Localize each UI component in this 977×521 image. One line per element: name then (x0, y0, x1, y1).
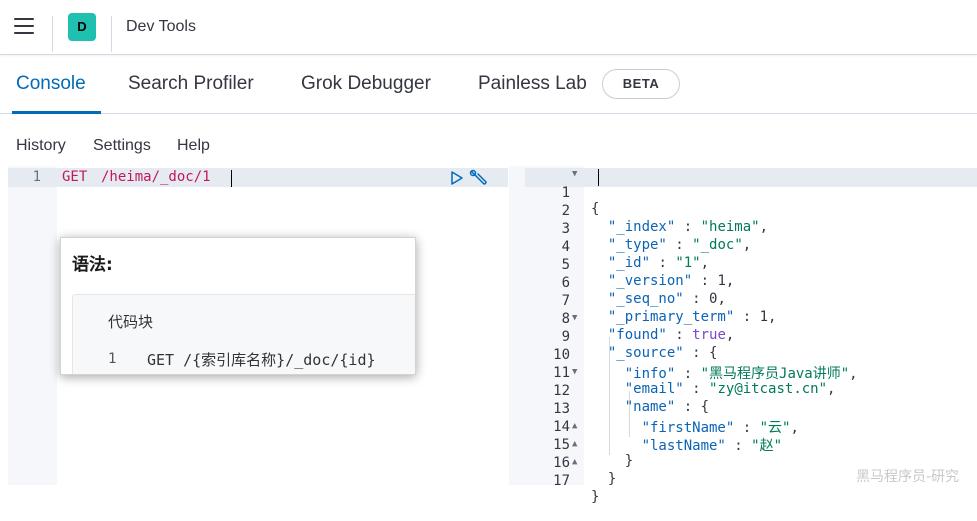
response-line: 13 "firstName" : "云", (553, 401, 799, 436)
response-line: 2 "_index" : "heima", (561, 203, 769, 235)
top-header: D Dev Tools (0, 0, 977, 55)
fold-toggle-icon[interactable]: ▲ (572, 421, 577, 431)
menu-icon[interactable] (14, 18, 34, 34)
play-icon[interactable] (450, 170, 464, 186)
line-number: 1 (32, 169, 41, 185)
tab-search-profiler[interactable]: Search Profiler (128, 73, 254, 95)
response-viewer: 1 ▼ { 2 "_index" : "heima", 3 "_type" : "… (525, 166, 977, 505)
response-line: 14 "lastName" : "赵" (553, 419, 783, 454)
settings-link[interactable]: Settings (93, 137, 151, 155)
watermark: 黑马程序员-研究 (856, 469, 960, 485)
response-line: 11 "email" : "zy@itcast.cn", (553, 365, 836, 397)
tab-painless-lab[interactable]: Painless Lab (478, 73, 587, 95)
popup-title: 语法: (72, 255, 113, 275)
code-block-label: 代码块 (108, 313, 154, 331)
response-line: 7 "_primary_term" : 1, (561, 293, 777, 325)
tab-console[interactable]: Console (16, 73, 86, 95)
editor-resizer[interactable] (509, 166, 525, 485)
active-tab-indicator (12, 111, 101, 114)
request-method: GET (62, 169, 88, 185)
header-divider (111, 16, 112, 52)
request-path: /heima/_doc/1 (101, 169, 211, 185)
history-link[interactable]: History (16, 137, 66, 155)
tab-grok-debugger[interactable]: Grok Debugger (301, 73, 431, 95)
active-line-highlight (525, 168, 977, 187)
space-avatar[interactable]: D (68, 13, 96, 41)
text-cursor (598, 169, 599, 186)
response-line: 12 ▼ "name" : { (553, 367, 710, 415)
text-cursor (231, 170, 232, 187)
dev-tools-tabs: Console Search Profiler Grok Debugger Pa… (0, 56, 977, 114)
code-syntax: GET /{索引库名称}/_doc/{id} (147, 351, 376, 369)
request-gutter (8, 166, 57, 485)
response-line: 10 "info" : "黑马程序员Java讲师", (553, 347, 858, 382)
beta-badge: BETA (602, 69, 680, 99)
syntax-popup: 语法: 代码块 1 GET /{索引库名称}/_doc/{id} (60, 237, 416, 375)
response-line: 1 ▼ { (561, 169, 600, 217)
response-line: 16 ▲ } (553, 439, 617, 487)
response-line: 8 "found" : true, (561, 311, 735, 343)
response-line: 4 "_id" : "1", (561, 239, 710, 271)
fold-toggle-icon[interactable]: ▼ (572, 169, 577, 179)
response-line: 6 "_seq_no" : 0, (561, 275, 726, 307)
wrench-icon[interactable] (469, 169, 489, 189)
response-line: 5 "_version" : 1, (561, 257, 735, 289)
header-divider (52, 16, 53, 52)
code-line-number: 1 (108, 351, 117, 367)
fold-toggle-icon[interactable]: ▼ (572, 367, 577, 377)
help-link[interactable]: Help (177, 137, 210, 155)
fold-toggle-icon[interactable]: ▲ (572, 439, 577, 449)
fold-toggle-icon[interactable]: ▼ (572, 313, 577, 323)
breadcrumb-dev-tools[interactable]: Dev Tools (126, 18, 196, 36)
response-line: 3 "_type" : "_doc", (561, 221, 752, 253)
code-block: 代码块 1 GET /{索引库名称}/_doc/{id} (72, 294, 415, 374)
fold-toggle-icon[interactable]: ▲ (572, 457, 577, 467)
response-line: 17 ▲ } (553, 457, 600, 505)
response-line: 9 ▼ "_source" : { (561, 313, 718, 361)
response-line: 15 ▲ } (553, 421, 634, 469)
